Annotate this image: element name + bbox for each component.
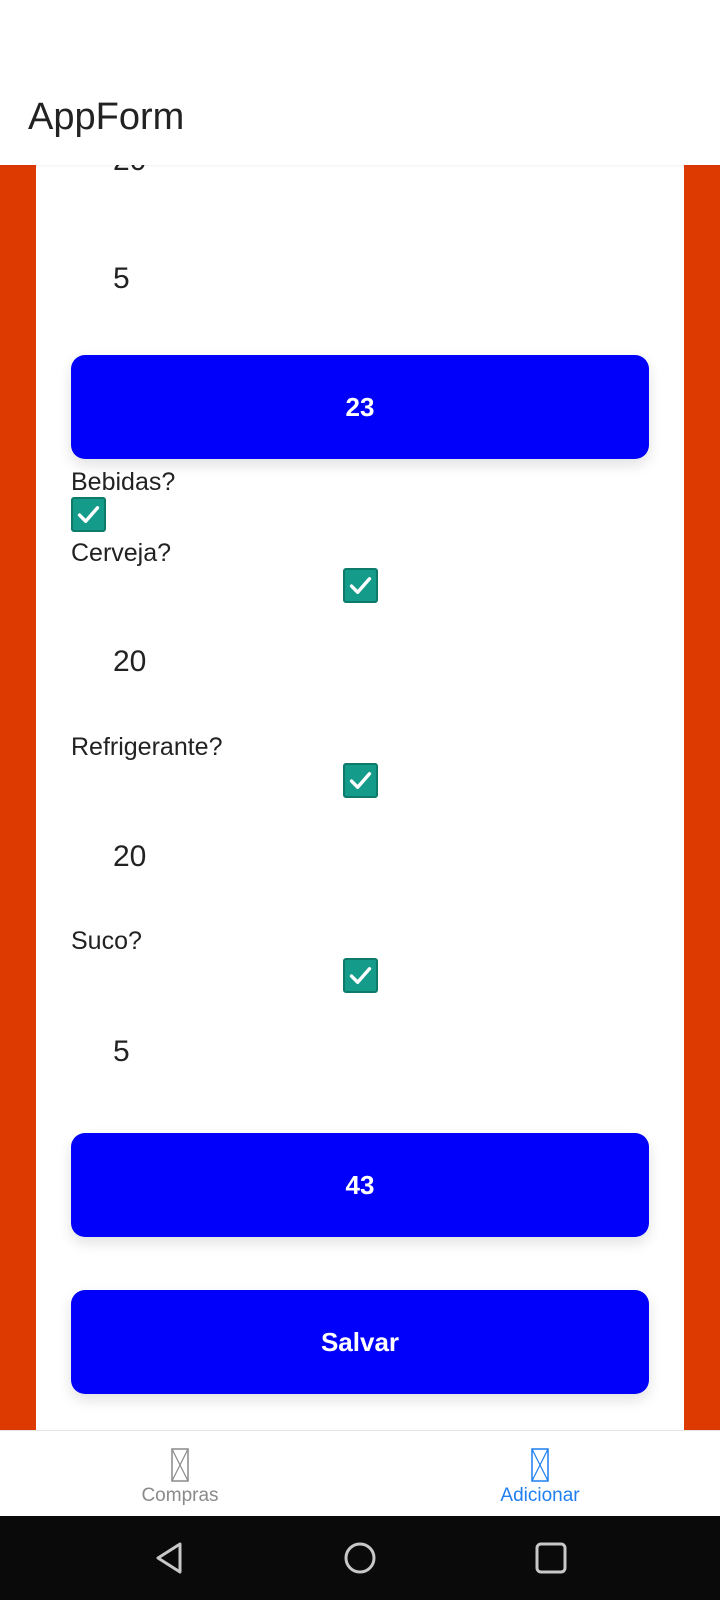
cerveja-checkbox[interactable] xyxy=(343,568,378,603)
placeholder-icon xyxy=(531,1448,549,1482)
app-title: AppForm xyxy=(28,96,185,138)
tab-compras[interactable]: Compras xyxy=(0,1431,360,1517)
bebidas-checkbox[interactable] xyxy=(71,497,106,532)
entry-value-cut[interactable]: 20 xyxy=(113,165,146,179)
suco-checkbox[interactable] xyxy=(343,958,378,993)
home-icon[interactable] xyxy=(340,1538,380,1578)
cerveja-value[interactable]: 20 xyxy=(113,644,146,680)
cerveja-label: Cerveja? xyxy=(71,539,172,567)
recents-icon[interactable] xyxy=(531,1538,571,1578)
app-header: AppForm xyxy=(0,0,720,165)
suco-value[interactable]: 5 xyxy=(113,1034,130,1070)
check-icon xyxy=(77,506,100,523)
entry-value[interactable]: 5 xyxy=(113,261,130,297)
bottom-nav: Compras Adicionar xyxy=(0,1430,720,1516)
placeholder-icon xyxy=(171,1448,189,1482)
suco-label: Suco? xyxy=(71,927,142,955)
tab-adicionar[interactable]: Adicionar xyxy=(360,1431,720,1517)
check-icon xyxy=(349,772,372,789)
check-icon xyxy=(349,577,372,594)
system-nav-bar xyxy=(0,1516,720,1600)
tab-label: Adicionar xyxy=(500,1485,580,1506)
refrigerante-label: Refrigerante? xyxy=(71,733,223,761)
back-icon[interactable] xyxy=(150,1538,190,1578)
save-button[interactable]: Salvar xyxy=(71,1290,649,1394)
bebidas-label: Bebidas? xyxy=(71,468,176,496)
total-button[interactable]: 43 xyxy=(71,1133,649,1237)
tab-label: Compras xyxy=(141,1485,219,1506)
content-area[interactable]: 20 5 23 Bebidas? Cerveja? 20 Refrigerant… xyxy=(0,165,720,1430)
check-icon xyxy=(349,967,372,984)
refrigerante-checkbox[interactable] xyxy=(343,763,378,798)
refrigerante-value[interactable]: 20 xyxy=(113,839,146,875)
total-button[interactable]: 23 xyxy=(71,355,649,459)
